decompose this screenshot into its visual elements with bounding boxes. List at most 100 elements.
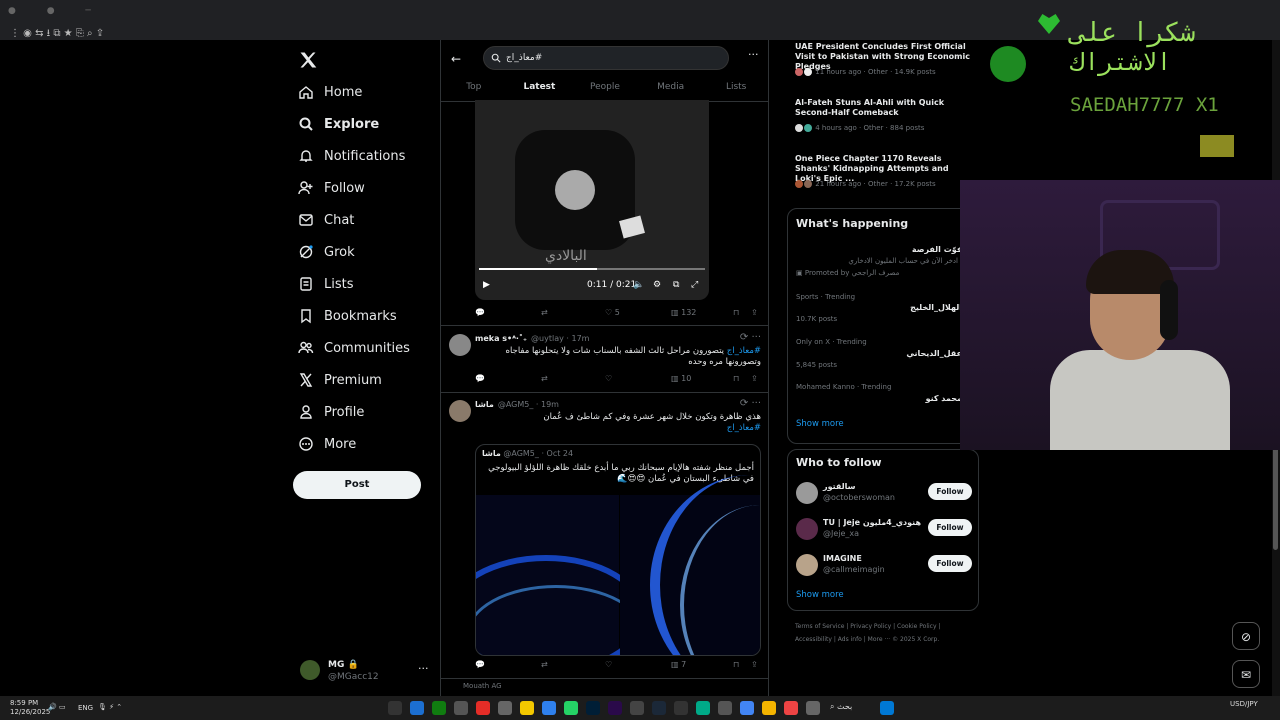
retweet-icon[interactable]: ⇄ xyxy=(541,660,548,669)
tray-icons[interactable]: 🔊 ▭ xyxy=(48,703,66,711)
quoted-tweet[interactable]: ماشا @AGM5_ · Oct 24 أجمل منظر شفته هالإ… xyxy=(475,444,761,656)
nav-item-chat[interactable]: Chat xyxy=(292,204,442,236)
app-icon[interactable] xyxy=(630,701,644,715)
app-icon[interactable] xyxy=(806,701,820,715)
fullscreen-icon[interactable]: ⤢ xyxy=(691,280,698,290)
window-controls[interactable]: ● ● ─ xyxy=(8,6,105,16)
video-controls: ▶ 0:11 / 0:21 🔈 ⚙ ⧉ ⤢ xyxy=(475,276,709,296)
app-icon[interactable] xyxy=(498,701,512,715)
views-icon[interactable]: ▥ 7 xyxy=(671,660,686,669)
bioluminescent-beach-image[interactable] xyxy=(476,495,646,655)
retweet-icon[interactable]: ⇄ xyxy=(541,374,548,383)
taskbar-search[interactable]: ⌕ بحث xyxy=(830,702,852,712)
nav-item-explore[interactable]: Explore xyxy=(292,108,442,140)
bookmark-icon[interactable]: ⊓ xyxy=(733,660,739,669)
tab-top[interactable]: Top xyxy=(441,76,507,101)
steam-icon[interactable] xyxy=(652,701,666,715)
trend-title[interactable]: Al-Fateh Stuns Al-Ahli with Quick Second… xyxy=(795,98,971,118)
tab-lists[interactable]: Lists xyxy=(703,76,769,101)
views-icon[interactable]: ▥ 10 xyxy=(671,374,691,383)
share-icon[interactable]: ⇪ xyxy=(751,374,758,383)
tab-media[interactable]: Media xyxy=(638,76,704,101)
app-icon[interactable] xyxy=(454,701,468,715)
nav-item-lists[interactable]: Lists xyxy=(292,268,442,300)
post-button[interactable]: Post xyxy=(293,471,421,499)
trend-name[interactable]: عقل_الديحاني xyxy=(906,349,962,358)
notes-icon[interactable] xyxy=(520,701,534,715)
currency-widget[interactable]: USD/JPY xyxy=(1230,700,1258,708)
show-more-link[interactable]: Show more xyxy=(796,590,844,600)
nav-item-follow[interactable]: Follow xyxy=(292,172,442,204)
app-icon[interactable] xyxy=(696,701,710,715)
views-icon[interactable]: ▥ 132 xyxy=(671,308,696,317)
app-icon[interactable] xyxy=(718,701,732,715)
app-icon[interactable] xyxy=(674,701,688,715)
settings-icon[interactable]: ⚙ xyxy=(653,280,661,290)
premiere-icon[interactable] xyxy=(608,701,622,715)
xbox-icon[interactable] xyxy=(432,701,446,715)
follow-suggestion[interactable]: سالقتور @octoberswoman Follow xyxy=(796,480,972,508)
windows-start-icon[interactable] xyxy=(880,701,894,715)
tweet-more-icon[interactable]: ⟳ ··· xyxy=(740,332,761,343)
reply-icon[interactable]: 💬 xyxy=(475,374,485,383)
bookmark-icon[interactable]: ⊓ xyxy=(733,308,739,317)
folder-icon[interactable] xyxy=(762,701,776,715)
account-switcher[interactable]: MG 🔒 @MGacc12 ··· xyxy=(300,658,440,688)
app-icon[interactable] xyxy=(388,701,402,715)
x-logo-icon[interactable] xyxy=(298,50,318,70)
nav-item-profile[interactable]: Profile xyxy=(292,396,442,428)
trend-name[interactable]: الهلال_الخليج xyxy=(910,303,962,312)
messages-float-icon[interactable]: ✉ xyxy=(1232,660,1260,688)
video-progress[interactable] xyxy=(479,268,705,270)
whatsapp-icon[interactable] xyxy=(564,701,578,715)
tab-people[interactable]: People xyxy=(572,76,638,101)
youtube-icon[interactable] xyxy=(476,701,490,715)
nav-item-bookmarks[interactable]: Bookmarks xyxy=(292,300,442,332)
reply-icon[interactable]: 💬 xyxy=(475,308,485,317)
chrome-icon[interactable] xyxy=(740,701,754,715)
show-more-link[interactable]: Show more xyxy=(796,419,844,429)
nav-item-premium[interactable]: Premium xyxy=(292,364,442,396)
bioluminescent-wave-image[interactable] xyxy=(620,475,760,655)
tweet-more-icon[interactable]: ⟳ ··· xyxy=(740,398,761,409)
retweet-icon[interactable]: ⇄ xyxy=(541,308,548,317)
nav-item-notifications[interactable]: Notifications xyxy=(292,140,442,172)
language-indicator[interactable]: ENG xyxy=(78,704,93,712)
nav-item-more[interactable]: More xyxy=(292,428,442,460)
follow-suggestion[interactable]: IMAGINE @callmeimagin Follow xyxy=(796,552,972,580)
bookmark-icon[interactable]: ⊓ xyxy=(733,374,739,383)
share-icon[interactable]: ⇪ xyxy=(751,660,758,669)
search-more-icon[interactable]: ··· xyxy=(748,48,759,61)
follow-button[interactable]: Follow xyxy=(928,519,972,536)
grok-float-icon[interactable]: ⊘ xyxy=(1232,622,1260,650)
app-icon[interactable] xyxy=(784,701,798,715)
play-icon[interactable]: ▶ xyxy=(483,280,490,290)
like-icon[interactable]: ♡ xyxy=(605,660,612,669)
trend-name[interactable]: محمد كنو xyxy=(926,394,962,403)
pip-icon[interactable]: ⧉ xyxy=(673,280,679,290)
tab-latest[interactable]: Latest xyxy=(507,76,573,103)
app-icon[interactable] xyxy=(410,701,424,715)
reply-icon[interactable]: 💬 xyxy=(475,660,485,669)
share-icon[interactable]: ⇪ xyxy=(751,308,758,317)
follow-suggestion[interactable]: TU | Jeje هنودي_4مليون @Jeje_xa Follow xyxy=(796,516,972,544)
app-icon[interactable] xyxy=(542,701,556,715)
tweet-masha[interactable]: ماشا @AGM5_ · 19m ⟳ ··· هذي ظاهرة وتكون خ… xyxy=(449,398,761,440)
volume-icon[interactable]: 🔈 xyxy=(633,280,644,290)
footer-links[interactable]: Terms of Service | Privacy Policy | Cook… xyxy=(795,620,971,646)
photoshop-icon[interactable] xyxy=(586,701,600,715)
search-input[interactable]: #معاذ_اج xyxy=(483,46,729,70)
back-arrow-icon[interactable]: ← xyxy=(451,52,461,66)
account-more-icon[interactable]: ··· xyxy=(418,662,429,675)
tweet-video[interactable]: البالادي ▶ 0:11 / 0:21 🔈 ⚙ ⧉ ⤢ xyxy=(475,100,709,300)
follow-button[interactable]: Follow xyxy=(928,555,972,572)
nav-item-grok[interactable]: Grok xyxy=(292,236,442,268)
mic-icon[interactable]: 🎙 ⚡ ⌃ xyxy=(98,703,122,711)
like-icon[interactable]: ♡ xyxy=(605,374,612,383)
nav-item-home[interactable]: Home xyxy=(292,76,442,108)
follow-button[interactable]: Follow xyxy=(928,483,972,500)
nav-item-communities[interactable]: Communities xyxy=(292,332,442,364)
tweet-meka[interactable]: meka ꜱ•ᴬ‧˚₊ @uytlay · 17m ⟳ ··· #معاذ_اج … xyxy=(449,332,761,374)
like-icon[interactable]: ♡ 5 xyxy=(605,308,620,317)
promo-name[interactable]: فوّت الفرصة xyxy=(912,245,962,254)
